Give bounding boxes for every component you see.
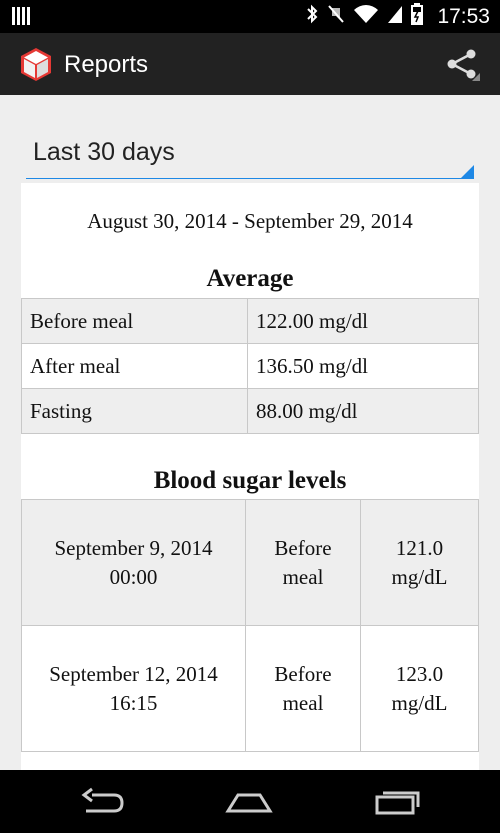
table-row: September 9, 2014 00:00 Before meal 121.… xyxy=(21,499,479,626)
level-meal-line1: Before xyxy=(274,661,332,686)
average-value: 122.00 mg/dl xyxy=(247,298,479,344)
level-date: September 12, 2014 xyxy=(49,661,218,686)
level-meal-line1: Before xyxy=(274,535,332,560)
level-meal: Before meal xyxy=(245,625,361,752)
level-date: September 9, 2014 xyxy=(54,535,213,560)
dropdown-underline xyxy=(26,178,474,179)
bluetooth-icon xyxy=(305,4,319,29)
level-meal-line2: meal xyxy=(282,690,324,715)
level-datetime: September 9, 2014 00:00 xyxy=(21,499,246,626)
level-number: 121.0 xyxy=(395,535,444,560)
home-icon[interactable] xyxy=(224,785,274,819)
page-title: Reports xyxy=(64,51,149,78)
level-meal: Before meal xyxy=(245,499,361,626)
status-bar: 17:53 xyxy=(0,0,500,33)
date-range: August 30, 2014 - September 29, 2014 xyxy=(87,209,413,233)
period-dropdown[interactable]: Last 30 days xyxy=(26,133,474,179)
average-title: Average xyxy=(206,265,294,292)
period-dropdown-value: Last 30 days xyxy=(33,138,175,166)
levels-table: September 9, 2014 00:00 Before meal 121.… xyxy=(21,499,479,752)
table-row: Before meal 122.00 mg/dl xyxy=(21,298,479,344)
status-time: 17:53 xyxy=(437,4,490,28)
average-label: Fasting xyxy=(21,388,248,434)
mute-icon xyxy=(327,4,345,29)
share-icon[interactable] xyxy=(444,47,480,83)
report-card: August 30, 2014 - September 29, 2014 Ave… xyxy=(21,183,479,770)
status-icons: 17:53 xyxy=(305,0,490,33)
navigation-bar xyxy=(0,770,500,833)
levels-title: Blood sugar levels xyxy=(153,467,347,494)
average-table: Before meal 122.00 mg/dl After meal 136.… xyxy=(21,298,479,434)
table-row: September 12, 2014 16:15 Before meal 123… xyxy=(21,625,479,752)
level-value: 123.0 mg/dL xyxy=(360,625,479,752)
report-content: Last 30 days August 30, 2014 - September… xyxy=(0,95,500,770)
cube-icon[interactable] xyxy=(18,46,54,82)
level-time: 00:00 xyxy=(109,564,158,589)
action-bar: Reports xyxy=(0,33,500,95)
level-unit: mg/dL xyxy=(391,564,448,589)
battery-icon xyxy=(411,3,424,30)
average-label: After meal xyxy=(21,343,248,389)
cell-signal-icon xyxy=(387,4,403,29)
level-datetime: September 12, 2014 16:15 xyxy=(21,625,246,752)
recents-icon[interactable] xyxy=(372,785,422,819)
level-value: 121.0 mg/dL xyxy=(360,499,479,626)
average-label: Before meal xyxy=(21,298,248,344)
wifi-icon xyxy=(353,4,379,29)
level-number: 123.0 xyxy=(395,661,444,686)
dropdown-arrow-icon xyxy=(460,165,474,179)
average-value: 88.00 mg/dl xyxy=(247,388,479,434)
level-meal-line2: meal xyxy=(282,564,324,589)
level-time: 16:15 xyxy=(109,690,158,715)
table-row: Fasting 88.00 mg/dl xyxy=(21,388,479,434)
table-row: After meal 136.50 mg/dl xyxy=(21,343,479,389)
signal-bars-icon xyxy=(12,7,32,25)
back-icon[interactable] xyxy=(78,785,128,819)
level-unit: mg/dL xyxy=(391,690,448,715)
average-value: 136.50 mg/dl xyxy=(247,343,479,389)
